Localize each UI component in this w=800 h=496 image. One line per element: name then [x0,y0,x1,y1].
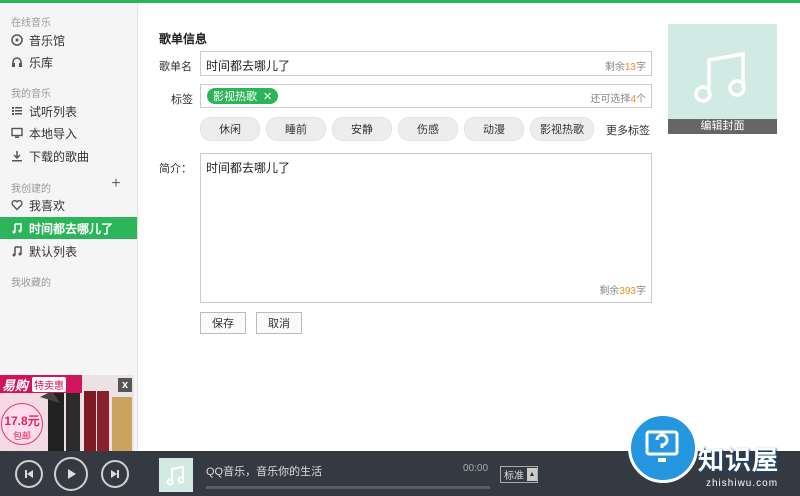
headphones-icon [11,56,23,68]
sidebar-item-current-playlist[interactable]: 时间都去哪儿了 [0,217,137,239]
cancel-button[interactable]: 取消 [256,312,302,334]
quality-select[interactable]: 标准 ▲ [500,466,538,483]
ad-close-button[interactable]: x [118,378,132,392]
section-title-collected: 我收藏的 [11,278,51,289]
monitor-icon [11,127,23,139]
sidebar-item-label: 本地导入 [29,126,78,141]
tag-option[interactable]: 伤感 [398,117,458,141]
sidebar-item-local-import[interactable]: 本地导入 [0,122,137,144]
track-title: QQ音乐，音乐你的生活 [206,466,323,478]
sidebar-item-label: 试听列表 [29,104,78,119]
progress-bar[interactable] [206,486,490,489]
play-button[interactable] [54,457,88,491]
music-note-icon [11,245,23,257]
playlist-cover[interactable]: 编辑封面 [668,24,777,134]
ad-price: 17.8元 [4,414,40,428]
intro-label: 简介： [159,163,192,175]
watermark-logo: 知识屋 zhishiwu.com [624,408,800,496]
ad-price-badge: 17.8元 包邮 [1,403,43,445]
intro-textarea[interactable]: 时间都去哪儿了 剩余393字 [200,153,652,303]
music-note-icon [694,51,746,103]
add-playlist-button[interactable]: + [109,176,123,192]
sidebar-item-trial-list[interactable]: 试听列表 [0,100,137,122]
ad-title-bar: 易购 特卖惠 [0,375,82,393]
tag-label: 标签 [171,94,193,106]
save-button[interactable]: 保存 [200,312,246,334]
tag-counter: 还可选择4个 [590,94,646,105]
tag-option[interactable]: 影视热歌 [530,117,594,141]
sidebar-item-label: 时间都去哪儿了 [29,221,114,236]
section-title-online: 在线音乐 [11,18,51,29]
tag-option[interactable]: 动漫 [464,117,524,141]
tag-input[interactable]: 影视热歌 ✕ 还可选择4个 [200,84,652,108]
caret-up-icon: ▲ [527,468,537,481]
skip-next-icon [111,470,119,478]
question-monitor-icon [628,413,698,483]
sidebar-item-label: 我喜欢 [29,198,66,213]
sidebar-item-label: 下载的歌曲 [29,149,90,164]
ad-banner[interactable]: 易购 特卖惠 x 17.8元 包邮 [0,375,134,451]
intro-char-counter: 剩余393字 [599,286,646,297]
sidebar-item-label: 音乐馆 [29,33,66,48]
watermark-url: zhishiwu.com [706,478,779,489]
skip-previous-icon [25,470,33,478]
heart-icon [11,199,23,211]
name-char-counter: 剩余13字 [604,62,646,73]
sidebar-item-label: 默认列表 [29,244,78,259]
remove-tag-icon[interactable]: ✕ [263,90,272,103]
playlist-name-input[interactable]: 时间都去哪儿了 剩余13字 [200,51,652,76]
ad-subtitle: 特卖惠 [32,376,67,392]
previous-button[interactable] [15,460,43,488]
name-label: 歌单名 [159,61,192,73]
playlist-info-panel: 歌单信息 歌单名 时间都去哪儿了 剩余13字 标签 影视热歌 ✕ 还可选择4个 … [138,3,800,451]
quality-label: 标准 [504,471,524,482]
tag-option[interactable]: 睡前 [266,117,326,141]
tag-option[interactable]: 休闲 [200,117,260,141]
selected-tag-label: 影视热歌 [213,91,257,103]
play-icon [68,469,76,479]
edit-cover-button[interactable]: 编辑封面 [668,119,777,134]
section-title-my-music: 我的音乐 [11,89,51,100]
music-note-icon [11,222,23,234]
sidebar-item-favorites[interactable]: 我喜欢 [0,194,137,216]
tag-option[interactable]: 安静 [332,117,392,141]
sidebar-item-label: 乐库 [29,55,54,70]
section-title-created: 我创建的 [11,184,51,195]
sidebar-item-music-hall[interactable]: 音乐馆 [0,29,137,51]
sidebar-item-library[interactable]: 乐库 [0,51,137,73]
disc-icon [11,34,23,46]
watermark-brand: 知识屋 [698,445,780,475]
now-playing-thumbnail[interactable] [159,458,193,492]
sidebar-item-downloads[interactable]: 下载的歌曲 [0,145,137,167]
page-title: 歌单信息 [159,32,208,46]
more-tags-link[interactable]: 更多标签 [606,122,650,138]
selected-tag[interactable]: 影视热歌 ✕ [207,88,279,104]
sidebar-item-default-list[interactable]: 默认列表 [0,240,137,262]
track-time: 00:00 [463,463,489,474]
ad-note: 包邮 [12,431,31,441]
music-note-icon [166,465,185,486]
list-icon [11,105,23,117]
next-button[interactable] [101,460,129,488]
intro-value: 时间都去哪儿了 [206,161,291,175]
ad-brand: 易购 [2,377,29,393]
download-icon [11,150,23,162]
playlist-name-value: 时间都去哪儿了 [206,59,291,73]
